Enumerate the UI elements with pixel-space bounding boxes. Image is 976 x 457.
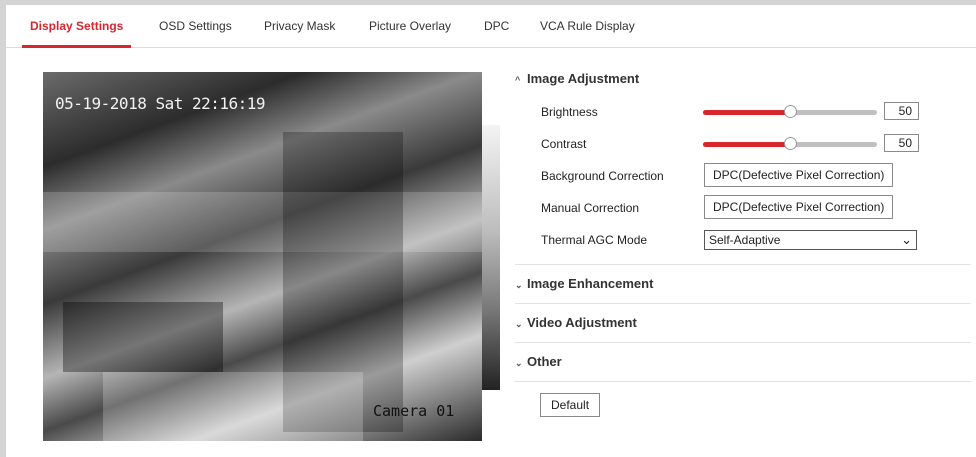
tab-privacy-mask[interactable]: Privacy Mask xyxy=(264,5,335,47)
slider-knob[interactable] xyxy=(784,105,797,118)
background-correction-label: Background Correction xyxy=(541,169,664,183)
video-texture xyxy=(43,192,482,252)
manual-correction-button[interactable]: DPC(Defective Pixel Correction) xyxy=(704,195,894,219)
thermal-agc-label: Thermal AGC Mode xyxy=(541,233,648,247)
section-video-adjustment[interactable]: ⌄ Video Adjustment xyxy=(515,304,971,343)
contrast-slider[interactable] xyxy=(703,137,877,150)
section-title: Image Enhancement xyxy=(527,276,654,291)
contrast-row: Contrast 50 xyxy=(515,128,971,160)
brightness-label: Brightness xyxy=(541,105,598,119)
select-value: Self-Adaptive xyxy=(709,233,781,247)
chevron-down-icon: ⌄ xyxy=(515,318,523,329)
live-video-preview: 05-19-2018 Sat 22:16:19 Camera 01 xyxy=(43,72,482,441)
section-title: Video Adjustment xyxy=(527,315,637,330)
thermal-agc-select[interactable]: Self-Adaptive ⌄ xyxy=(704,230,917,250)
video-timestamp: 05-19-2018 Sat 22:16:19 xyxy=(55,94,266,113)
slider-knob[interactable] xyxy=(784,137,797,150)
section-title: Image Adjustment xyxy=(527,71,640,86)
tab-display-settings[interactable]: Display Settings xyxy=(21,5,132,48)
manual-correction-row: Manual Correction DPC(Defective Pixel Co… xyxy=(515,192,971,224)
brightness-value-input[interactable]: 50 xyxy=(884,102,919,120)
camera-name-overlay: Camera 01 xyxy=(373,402,455,420)
manual-correction-label: Manual Correction xyxy=(541,201,640,215)
slider-fill xyxy=(703,110,790,115)
section-image-enhancement[interactable]: ⌄ Image Enhancement xyxy=(515,265,971,304)
default-button[interactable]: Default xyxy=(540,393,601,417)
chevron-down-icon: ⌄ xyxy=(515,357,523,368)
slider-fill xyxy=(703,142,790,147)
thermal-scale-strip xyxy=(482,125,500,390)
section-image-adjustment[interactable]: ^ Image Adjustment xyxy=(515,62,971,96)
image-adjustment-body: Brightness 50 Contrast 50 Background Cor… xyxy=(515,96,971,265)
tab-picture-overlay[interactable]: Picture Overlay xyxy=(369,5,451,47)
video-texture xyxy=(63,302,223,372)
tab-bar: Display Settings OSD Settings Privacy Ma… xyxy=(6,5,976,48)
chevron-down-icon: ⌄ xyxy=(515,279,523,290)
background-correction-button[interactable]: DPC(Defective Pixel Correction) xyxy=(704,163,894,187)
chevron-down-icon: ⌄ xyxy=(901,232,912,247)
chevron-up-icon: ^ xyxy=(515,74,521,85)
background-correction-row: Background Correction DPC(Defective Pixe… xyxy=(515,160,971,192)
brightness-row: Brightness 50 xyxy=(515,96,971,128)
tab-osd-settings[interactable]: OSD Settings xyxy=(159,5,232,47)
contrast-label: Contrast xyxy=(541,137,587,151)
section-title: Other xyxy=(527,354,562,369)
contrast-value-input[interactable]: 50 xyxy=(884,134,919,152)
left-border xyxy=(0,0,6,457)
settings-panel: ^ Image Adjustment Brightness 50 Contrast… xyxy=(515,62,971,417)
thermal-agc-row: Thermal AGC Mode Self-Adaptive ⌄ xyxy=(515,224,971,256)
tab-dpc[interactable]: DPC xyxy=(484,5,509,47)
section-other[interactable]: ⌄ Other xyxy=(515,343,971,382)
brightness-slider[interactable] xyxy=(703,105,877,118)
tab-vca-rule-display[interactable]: VCA Rule Display xyxy=(540,5,635,47)
video-texture xyxy=(103,372,363,441)
